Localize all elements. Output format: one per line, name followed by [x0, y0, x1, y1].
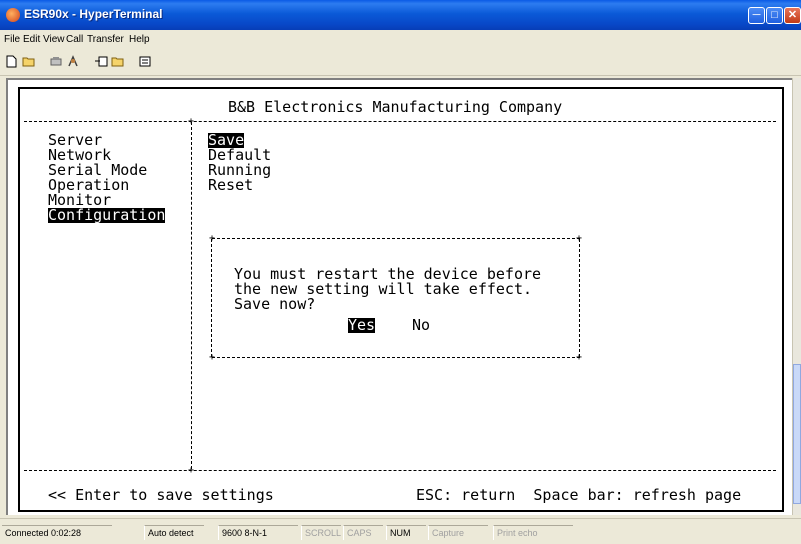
status-num: NUM: [386, 525, 426, 540]
dialog-corner: +: [576, 233, 583, 244]
status-capture: Capture: [428, 525, 488, 540]
terminal-header: B&B Electronics Manufacturing Company: [228, 98, 563, 116]
send-icon[interactable]: [94, 55, 108, 68]
menu-bar: File Edit View Call Transfer Help: [0, 30, 801, 49]
vertical-scrollbar[interactable]: [792, 78, 801, 515]
maximize-button[interactable]: □: [766, 7, 783, 24]
connect-icon[interactable]: [49, 55, 63, 68]
divider-junction: +: [188, 116, 195, 127]
submenu-reset[interactable]: Reset: [208, 178, 253, 193]
toolbar: [0, 49, 801, 76]
dialog-message-line-3: Save now?: [234, 295, 316, 313]
close-icon: ✕: [787, 9, 798, 21]
menu-help[interactable]: Help: [129, 34, 150, 45]
dialog-bottom-border: [212, 357, 580, 358]
scrollbar-thumb[interactable]: [793, 364, 801, 504]
menu-file[interactable]: File: [4, 34, 20, 45]
menu-transfer[interactable]: Transfer: [87, 34, 124, 45]
status-bar: Connected 0:02:28 Auto detect 9600 8-N-1…: [0, 518, 801, 544]
hyperterminal-app-icon[interactable]: [6, 8, 20, 22]
divider-junction: +: [188, 465, 195, 476]
top-divider: [24, 121, 776, 122]
disconnect-icon[interactable]: [66, 55, 80, 68]
menu-configuration[interactable]: Configuration: [48, 208, 166, 223]
footer-hint: << Enter to save settings: [48, 486, 274, 504]
dialog-top-border: [212, 238, 580, 239]
title-bar[interactable]: ESR90x - HyperTerminal ─ □ ✕: [0, 0, 801, 30]
dialog-left-border: [211, 239, 212, 357]
open-icon[interactable]: [22, 55, 36, 68]
maximize-icon: □: [771, 9, 778, 21]
status-caps: CAPS: [343, 525, 383, 540]
window-title: ESR90x - HyperTerminal: [24, 7, 163, 21]
properties-icon[interactable]: [138, 55, 152, 68]
dialog-right-border: [579, 239, 580, 357]
menu-edit[interactable]: Edit: [23, 34, 40, 45]
menu-view[interactable]: View: [43, 34, 65, 45]
dialog-corner: +: [576, 352, 583, 363]
dialog-yes-button[interactable]: Yes: [348, 318, 376, 333]
bottom-divider: [24, 470, 776, 471]
new-icon[interactable]: [4, 55, 18, 68]
status-connected: Connected 0:02:28: [2, 525, 112, 540]
dialog-corner: +: [209, 352, 216, 363]
status-print-echo: Print echo: [493, 525, 573, 540]
status-port: 9600 8-N-1: [218, 525, 298, 540]
status-scroll: SCROLL: [301, 525, 341, 540]
status-detect: Auto detect: [144, 525, 204, 540]
minimize-button[interactable]: ─: [748, 7, 765, 24]
receive-icon[interactable]: [111, 55, 125, 68]
dialog-corner: +: [209, 233, 216, 244]
menu-call[interactable]: Call: [66, 34, 83, 45]
footer-keys: ESC: return Space bar: refresh page: [416, 486, 742, 504]
terminal-screen[interactable]: B&B Electronics Manufacturing Company + …: [18, 87, 784, 512]
menu-separator: [191, 122, 192, 469]
minimize-icon: ─: [752, 9, 761, 21]
close-button[interactable]: ✕: [784, 7, 801, 24]
dialog-no-button[interactable]: No: [412, 318, 430, 333]
